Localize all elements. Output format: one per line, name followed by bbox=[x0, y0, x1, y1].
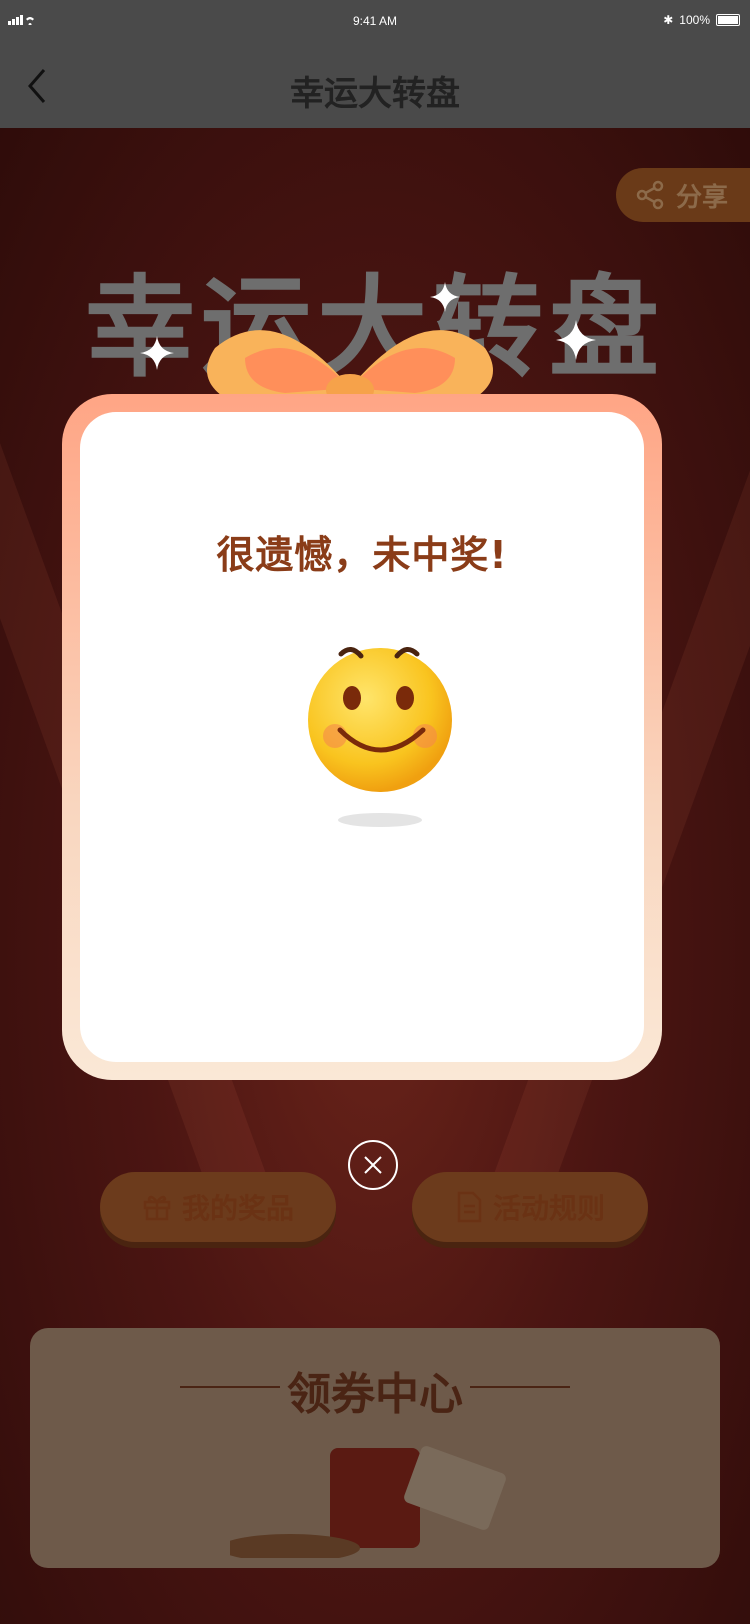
sparkle-icon bbox=[430, 282, 460, 312]
rules-button[interactable]: 活动规则 bbox=[412, 1172, 648, 1242]
my-prizes-label: 我的奖品 bbox=[181, 1192, 294, 1225]
status-time: 9:41 AM bbox=[352, 14, 398, 28]
close-icon bbox=[364, 1156, 382, 1174]
result-modal: 很遗憾，未中奖! bbox=[62, 394, 662, 1080]
nav-bar: 幸运大转盘 bbox=[0, 44, 750, 129]
coupon-center-title: 领券中心 bbox=[287, 1369, 463, 1420]
gift-icon bbox=[143, 1195, 171, 1221]
battery-icon bbox=[716, 14, 740, 26]
battery-percent: 100% bbox=[679, 13, 710, 27]
sparkle-icon bbox=[140, 336, 174, 370]
coupon-center-panel[interactable]: 领券中心 bbox=[30, 1328, 720, 1568]
document-icon bbox=[457, 1191, 482, 1223]
result-modal-content: 很遗憾，未中奖! bbox=[80, 412, 644, 1062]
my-prizes-button[interactable]: 我的奖品 bbox=[100, 1172, 336, 1242]
share-label: 分享 bbox=[676, 182, 729, 213]
coupon-illustration bbox=[230, 1446, 506, 1558]
title-divider bbox=[470, 1386, 570, 1388]
smiley-face-icon bbox=[308, 647, 452, 827]
result-message: 很遗憾，未中奖! bbox=[216, 533, 508, 577]
bluetooth-icon: ✱ bbox=[663, 13, 674, 27]
rules-label: 活动规则 bbox=[492, 1192, 605, 1225]
status-bar: 9:41 AM ✱ 100% bbox=[0, 0, 750, 44]
sparkle-icon bbox=[556, 320, 596, 360]
ribbon-bow-decoration bbox=[207, 330, 493, 406]
battery-indicator: ✱ 100% bbox=[663, 13, 740, 27]
page-title: 幸运大转盘 bbox=[290, 74, 460, 114]
close-modal-button[interactable] bbox=[348, 1140, 398, 1190]
share-icon bbox=[636, 180, 664, 210]
share-button[interactable]: 分享 bbox=[616, 168, 750, 222]
